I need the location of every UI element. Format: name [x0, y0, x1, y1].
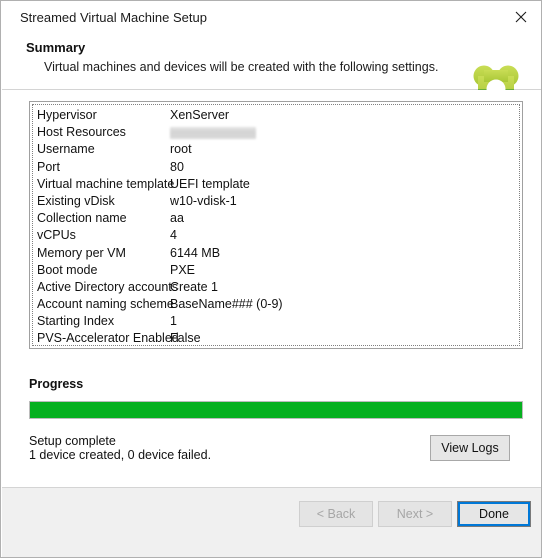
wizard-body: Hypervisor XenServer Host Resources Usernam…: [2, 90, 541, 486]
settings-row[interactable]: Memory per VM 6144 MB: [30, 246, 522, 263]
settings-row-label: Memory per VM: [37, 245, 126, 260]
status-text-primary: Setup complete: [29, 434, 116, 448]
settings-row-value: UEFI template: [170, 176, 250, 191]
page-title: Summary: [26, 40, 86, 55]
settings-row-label: vCPUs: [37, 228, 76, 243]
settings-row-label: PVS-Accelerator Enabled: [37, 331, 179, 346]
settings-row-value: XenServer: [170, 108, 230, 122]
close-button[interactable]: [499, 1, 541, 31]
settings-row-value: Create 1: [170, 279, 218, 294]
settings-row-value: PXE: [170, 262, 196, 277]
settings-row[interactable]: Virtual machine template UEFI template: [30, 177, 522, 194]
status-text-secondary: 1 device created, 0 device failed.: [29, 448, 212, 462]
wizard-footer: < Back Next > Done: [2, 487, 541, 557]
settings-row[interactable]: Starting Index 1: [30, 314, 522, 331]
settings-row[interactable]: Host Resources: [30, 125, 522, 142]
next-button[interactable]: Next >: [378, 501, 452, 527]
page-subtitle: Virtual machines and devices will be cre…: [44, 60, 439, 74]
view-logs-button[interactable]: View Logs: [430, 435, 510, 461]
settings-row-label: Starting Index: [37, 314, 115, 329]
settings-row-label: Virtual machine template: [37, 176, 175, 191]
settings-row-label: Account naming scheme: [37, 297, 174, 312]
settings-row-label: Port: [37, 159, 60, 174]
settings-row[interactable]: Collection name aa: [30, 211, 522, 228]
done-button[interactable]: Done: [457, 501, 531, 527]
settings-row-value: 1: [170, 314, 177, 329]
settings-row-label: Boot mode: [37, 262, 98, 277]
settings-row-value: False: [170, 331, 201, 346]
settings-row[interactable]: Username root: [30, 142, 522, 159]
settings-row-label: Collection name: [37, 211, 127, 226]
settings-row[interactable]: Hypervisor XenServer: [30, 108, 522, 125]
summary-settings-list[interactable]: Hypervisor XenServer Host Resources Usernam…: [29, 101, 523, 349]
progress-bar-fill: [30, 402, 522, 418]
settings-row[interactable]: Account naming scheme BaseName### (0-9): [30, 297, 522, 314]
settings-row[interactable]: Active Directory accounts Create 1: [30, 280, 522, 297]
settings-row[interactable]: Boot mode PXE: [30, 263, 522, 280]
settings-row[interactable]: Port 80: [30, 160, 522, 177]
settings-row-label: Active Directory accounts: [37, 279, 179, 294]
settings-row[interactable]: vCPUs 4: [30, 228, 522, 245]
wizard-header: Summary Virtual machines and devices wil…: [2, 33, 541, 112]
title-bar: Streamed Virtual Machine Setup: [1, 1, 541, 33]
progress-section-title: Progress: [29, 377, 84, 391]
progress-bar: [29, 401, 523, 419]
settings-row-value: BaseName### (0-9): [170, 297, 283, 312]
settings-row-value: 6144 MB: [170, 245, 221, 260]
back-button[interactable]: < Back: [299, 501, 373, 527]
settings-row-value: aa: [170, 211, 184, 226]
settings-row-label: Existing vDisk: [37, 193, 115, 208]
settings-rows-container: Hypervisor XenServer Host Resources Usernam…: [30, 108, 522, 349]
setup-wizard-window: Streamed Virtual Machine Setup Summary V…: [0, 0, 542, 558]
window-title: Streamed Virtual Machine Setup: [20, 10, 207, 25]
settings-row-value: w10-vdisk-1: [170, 193, 237, 208]
settings-row[interactable]: Existing vDisk w10-vdisk-1: [30, 194, 522, 211]
settings-row-value: 4: [170, 228, 177, 243]
settings-row-value-redacted: [170, 127, 256, 140]
settings-row-value: 80: [170, 159, 184, 174]
settings-row-value: root: [170, 142, 192, 157]
settings-row[interactable]: PVS-Accelerator Enabled False: [30, 331, 522, 348]
settings-row-label: Username: [37, 142, 95, 157]
settings-row-label: Host Resources: [37, 125, 126, 140]
close-icon: [515, 11, 527, 23]
settings-row-label: Hypervisor: [37, 108, 97, 122]
